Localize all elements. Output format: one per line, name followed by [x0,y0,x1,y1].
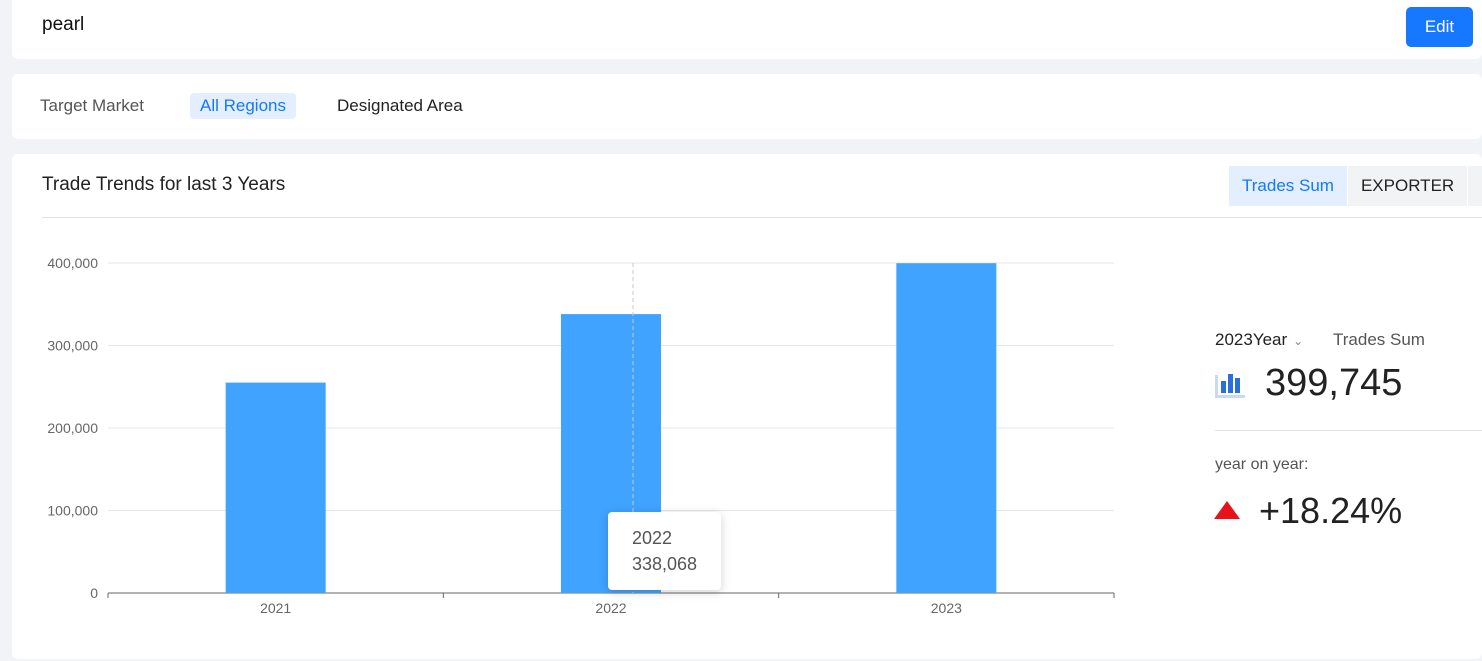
bar-2023 [896,263,997,593]
filter-all-regions[interactable]: All Regions [190,93,296,119]
summary-divider [1215,430,1482,431]
x-tick-label: 2023 [931,600,962,616]
header-card: pearl Edit [12,0,1482,59]
edit-button[interactable]: Edit [1406,7,1473,47]
summary-metric-label: Trades Sum [1333,330,1425,349]
tooltip-year: 2022 [632,528,673,548]
page-title: pearl [42,14,85,35]
yoy-value: +18.24% [1259,490,1403,531]
yoy-label: year on year: [1215,456,1309,473]
chart-tooltip: 2022 338,068 [608,512,721,590]
bar-chart: 0100,000200,000300,000400,0002021 2022 202… [47,255,1115,616]
y-tick-label: 200,000 [47,420,98,436]
x-tick-label: 2021 [260,600,291,616]
tab-importer[interactable]: IM [1468,166,1482,206]
y-tick-label: 400,000 [47,255,98,271]
tooltip-value: 338,068 [632,554,698,574]
bar-2021 [225,382,326,593]
chevron-down-icon: ⌄ [1293,334,1304,348]
target-market-label: Target Market [40,96,144,115]
year-select-value: 2023Year [1215,330,1288,349]
tab-trades-sum[interactable]: Trades Sum [1229,166,1347,206]
y-tick-label: 0 [90,585,98,601]
year-select[interactable]: 2023Year ⌄ [1215,330,1303,350]
tab-exporter[interactable]: EXPORTER [1347,166,1468,206]
y-tick-label: 300,000 [47,338,98,354]
y-tick-label: 100,000 [47,503,98,519]
filter-card: Target Market All Regions Designated Are… [12,74,1482,139]
bar-chart-icon [1215,374,1245,398]
triangle-up-icon [1214,501,1240,519]
summary-value: 399,745 [1265,362,1403,404]
filter-designated-area[interactable]: Designated Area [337,96,463,116]
x-tick-label: 2022 [595,600,626,616]
chart-card: Trade Trends for last 3 Years Trades Sum… [12,154,1482,659]
metric-tabs: Trades Sum EXPORTER IM [1229,166,1482,206]
